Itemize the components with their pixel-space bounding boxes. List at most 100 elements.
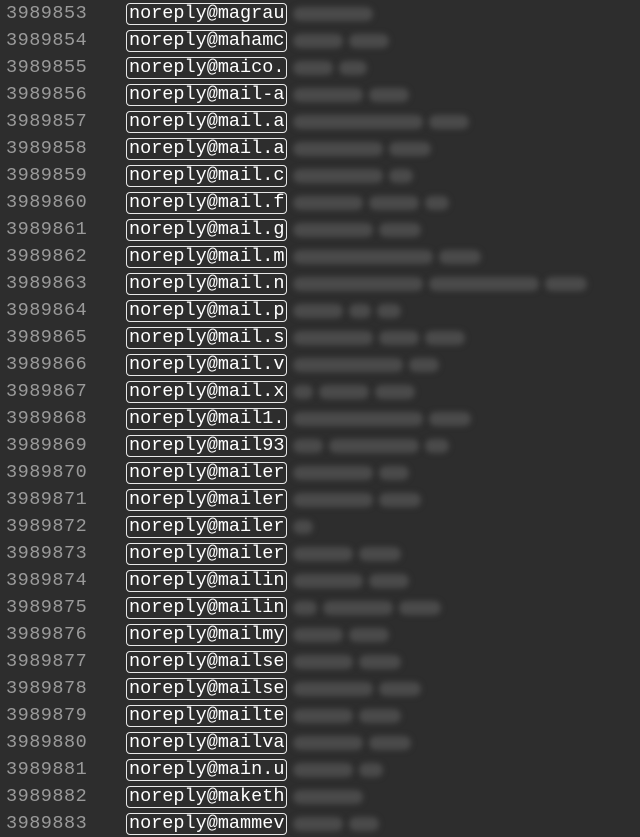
result-row: 3989864noreply@mail.p (0, 297, 640, 324)
result-row: 3989872noreply@mailer (0, 513, 640, 540)
line-number: 3989859 (0, 162, 126, 189)
match-cell[interactable]: noreply@maico. (126, 56, 367, 80)
match-cell[interactable]: noreply@main.u (126, 758, 383, 782)
match-cell[interactable]: noreply@mail.n (126, 272, 587, 296)
match-cell[interactable]: noreply@mail.f (126, 191, 449, 215)
line-number: 3989879 (0, 702, 126, 729)
line-number: 3989855 (0, 54, 126, 81)
match-cell[interactable]: noreply@mail.g (126, 218, 421, 242)
obscured-word (293, 736, 363, 750)
obscured-word (293, 817, 343, 831)
match-cell[interactable]: noreply@mailse (126, 650, 401, 674)
obscured-word (379, 223, 421, 237)
match-highlight: noreply@mailer (126, 516, 287, 538)
match-cell[interactable]: noreply@mahamc (126, 29, 389, 53)
result-row: 3989877noreply@mailse (0, 648, 640, 675)
obscured-word (293, 790, 363, 804)
match-cell[interactable]: noreply@mailte (126, 704, 401, 728)
result-row: 3989860noreply@mail.f (0, 189, 640, 216)
obscured-word (399, 601, 441, 615)
match-cell[interactable]: noreply@mail-a (126, 83, 409, 107)
match-highlight: noreply@mail.a (126, 138, 287, 160)
obscured-word (293, 763, 353, 777)
match-cell[interactable]: noreply@mailer (126, 461, 409, 485)
obscured-word (369, 88, 409, 102)
match-cell[interactable]: noreply@mail.v (126, 353, 439, 377)
obscured-word (375, 385, 415, 399)
line-number: 3989857 (0, 108, 126, 135)
line-number: 3989873 (0, 540, 126, 567)
result-row: 3989858noreply@mail.a (0, 135, 640, 162)
obscured-text (293, 628, 389, 642)
line-number: 3989871 (0, 486, 126, 513)
line-number: 3989875 (0, 594, 126, 621)
obscured-text (293, 169, 413, 183)
match-highlight: noreply@mailin (126, 570, 287, 592)
obscured-word (293, 277, 423, 291)
match-highlight: noreply@mailin (126, 597, 287, 619)
match-cell[interactable]: noreply@mail.a (126, 110, 469, 134)
line-number: 3989862 (0, 243, 126, 270)
match-cell[interactable]: noreply@mail.s (126, 326, 465, 350)
match-cell[interactable]: noreply@mail.x (126, 380, 415, 404)
obscured-word (379, 682, 421, 696)
result-row: 3989883noreply@mammev (0, 810, 640, 837)
obscured-word (293, 223, 373, 237)
match-highlight: noreply@mail1. (126, 408, 287, 430)
match-cell[interactable]: noreply@mailer (126, 488, 421, 512)
match-highlight: noreply@mailer (126, 489, 287, 511)
obscured-word (379, 466, 409, 480)
obscured-text (293, 61, 367, 75)
line-number: 3989868 (0, 405, 126, 432)
match-cell[interactable]: noreply@magrau (126, 2, 373, 26)
result-row: 3989873noreply@mailer (0, 540, 640, 567)
obscured-word (429, 115, 469, 129)
match-cell[interactable]: noreply@mailer (126, 542, 401, 566)
match-cell[interactable]: noreply@mammev (126, 812, 379, 836)
match-highlight: noreply@mail.s (126, 327, 287, 349)
match-cell[interactable]: noreply@mail.c (126, 164, 413, 188)
match-cell[interactable]: noreply@mailer (126, 515, 313, 539)
obscured-word (425, 439, 449, 453)
match-cell[interactable]: noreply@mail.a (126, 137, 431, 161)
obscured-text (293, 682, 421, 696)
line-number: 3989882 (0, 783, 126, 810)
obscured-text (293, 763, 383, 777)
result-row: 3989859noreply@mail.c (0, 162, 640, 189)
line-number: 3989880 (0, 729, 126, 756)
match-cell[interactable]: noreply@mailmy (126, 623, 389, 647)
line-number: 3989866 (0, 351, 126, 378)
result-row: 3989869noreply@mail93 (0, 432, 640, 459)
match-cell[interactable]: noreply@mailin (126, 596, 441, 620)
match-highlight: noreply@mail93 (126, 435, 287, 457)
match-cell[interactable]: noreply@mailse (126, 677, 421, 701)
obscured-word (389, 169, 413, 183)
obscured-word (429, 277, 539, 291)
result-row: 3989857noreply@mail.a (0, 108, 640, 135)
result-row: 3989876noreply@mailmy (0, 621, 640, 648)
match-cell[interactable]: noreply@mail.p (126, 299, 401, 323)
obscured-text (293, 358, 439, 372)
obscured-word (293, 61, 333, 75)
result-row: 3989881noreply@main.u (0, 756, 640, 783)
obscured-word (293, 169, 383, 183)
obscured-word (359, 655, 401, 669)
match-highlight: noreply@mail.c (126, 165, 287, 187)
match-cell[interactable]: noreply@mail93 (126, 434, 449, 458)
match-cell[interactable]: noreply@mail.m (126, 245, 481, 269)
match-highlight: noreply@mail.m (126, 246, 287, 268)
match-cell[interactable]: noreply@maketh (126, 785, 363, 809)
match-cell[interactable]: noreply@mailva (126, 731, 411, 755)
obscured-word (425, 331, 465, 345)
obscured-word (293, 601, 317, 615)
obscured-word (293, 682, 373, 696)
obscured-word (293, 88, 363, 102)
result-row: 3989882noreply@maketh (0, 783, 640, 810)
result-row: 3989865noreply@mail.s (0, 324, 640, 351)
match-cell[interactable]: noreply@mail1. (126, 407, 471, 431)
match-highlight: noreply@mail.p (126, 300, 287, 322)
obscured-word (359, 763, 383, 777)
obscured-word (429, 412, 471, 426)
obscured-word (293, 34, 343, 48)
match-cell[interactable]: noreply@mailin (126, 569, 409, 593)
